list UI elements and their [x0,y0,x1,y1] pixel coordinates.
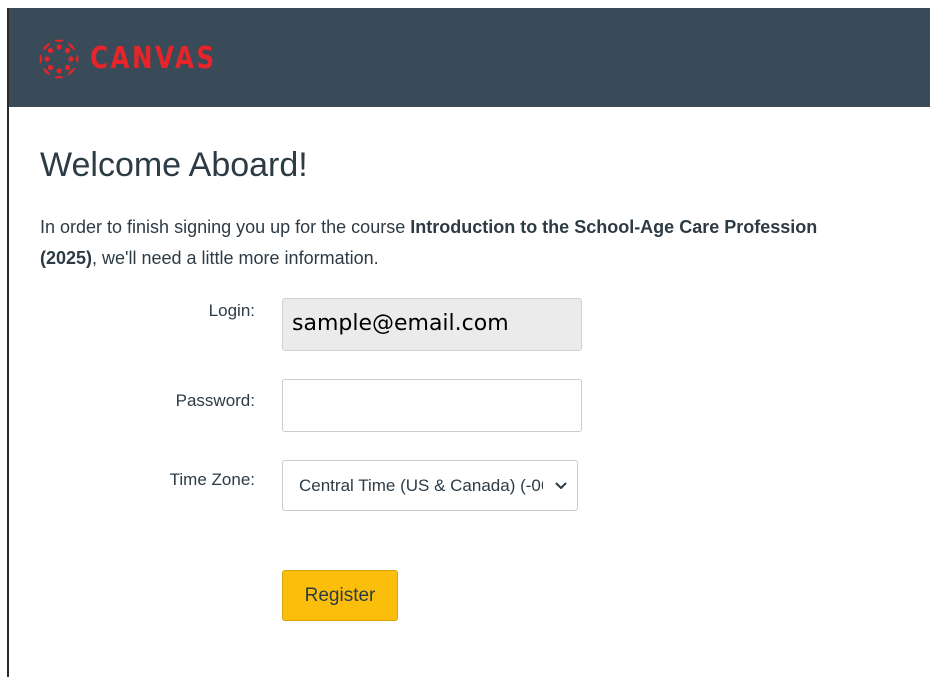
password-field[interactable] [282,379,582,432]
register-button[interactable]: Register [282,570,398,621]
intro-prefix: In order to finish signing you up for th… [40,217,411,237]
login-value: sample@email.com [292,311,509,336]
page-title: Welcome Aboard! [40,146,308,184]
brand-logo[interactable]: CANVAS [37,37,244,81]
intro-suffix: , we'll need a little more information. [92,248,379,268]
login-label: Login: [208,301,255,320]
timezone-selected-value: Central Time (US & Canada) (-06:00) [299,476,543,495]
page-frame: CANVAS Welcome Aboard! In order to finis… [0,0,930,677]
timezone-label: Time Zone: [169,470,255,489]
timezone-select[interactable]: Central Time (US & Canada) (-06:00) [282,460,578,511]
intro-text: In order to finish signing you up for th… [40,212,870,274]
top-border [0,0,930,8]
left-border [7,8,9,677]
password-label: Password: [175,391,255,410]
brand-name: CANVAS [90,41,217,76]
header-bar: CANVAS [7,8,930,107]
login-field[interactable]: sample@email.com [282,298,582,351]
chevron-down-icon [555,482,567,489]
canvas-logo-icon [39,39,79,79]
